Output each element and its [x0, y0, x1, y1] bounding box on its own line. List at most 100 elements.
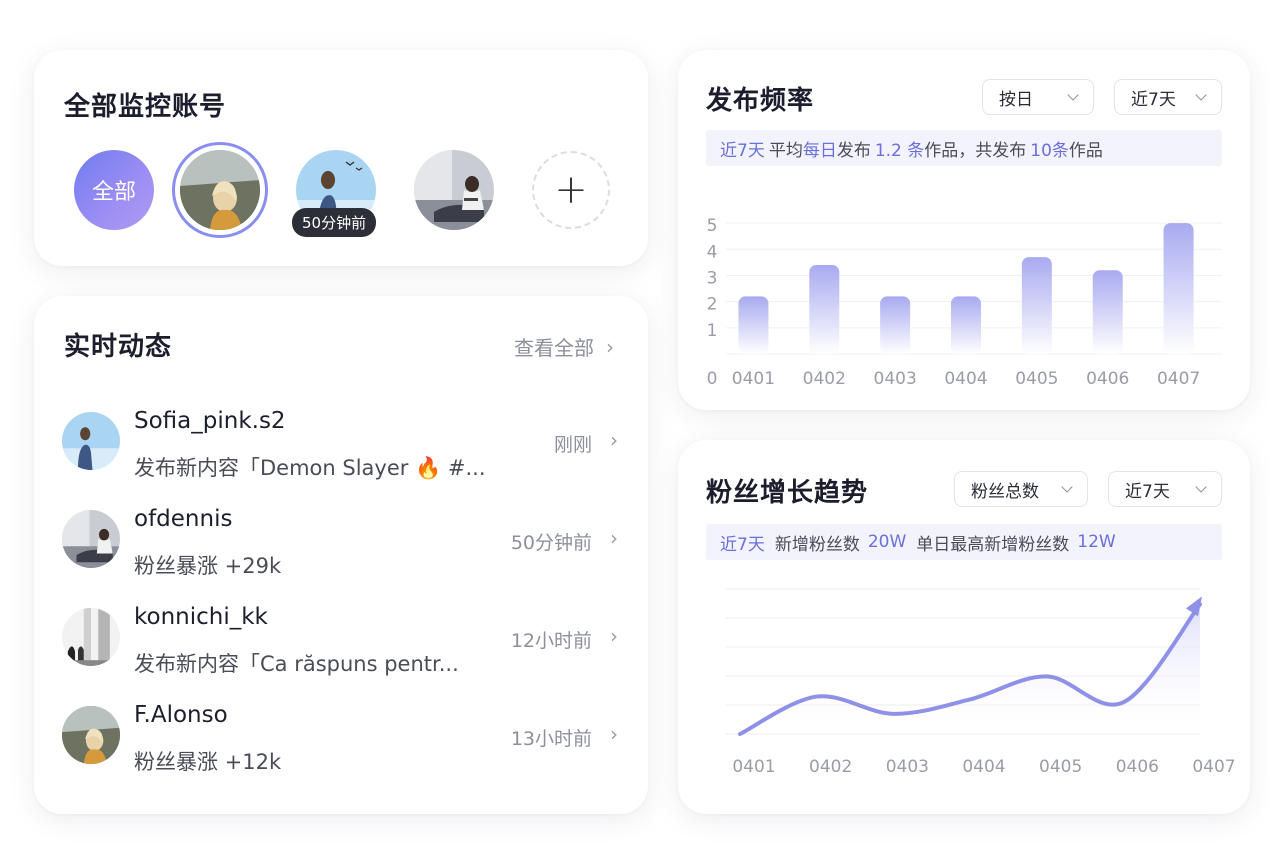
- chevron-down-icon: [1061, 481, 1073, 493]
- summary-text: 作品: [1068, 140, 1103, 161]
- x-tick-label: 0406: [1116, 757, 1159, 777]
- account-all[interactable]: 全部: [74, 150, 154, 230]
- summary-text: 作品，共发布: [924, 140, 1027, 161]
- feed-account-name: F.Alonso: [134, 702, 228, 728]
- range-select-value: 近7天: [1131, 89, 1176, 110]
- chevron-down-icon: [1067, 89, 1079, 101]
- range-select[interactable]: 近7天: [1108, 471, 1222, 507]
- feed-time: 50分钟前: [510, 532, 592, 554]
- summary-text: 新增粉丝数: [774, 534, 860, 555]
- avatar: [62, 706, 120, 764]
- y-tick-label: 5: [707, 216, 718, 236]
- feed-time: 13小时前: [510, 728, 592, 750]
- area-fill: [740, 604, 1200, 734]
- bar: [1092, 270, 1123, 354]
- feed-account-name: ofdennis: [134, 506, 233, 532]
- feed-time: 刚刚: [553, 434, 592, 456]
- x-tick-label: 0405: [1015, 369, 1058, 389]
- chevron-down-icon: [1195, 481, 1207, 493]
- metric-select[interactable]: 粉丝总数: [954, 471, 1088, 507]
- view-all-label: 查看全部: [514, 336, 594, 360]
- avatar: [62, 510, 120, 568]
- summary-total: 10条: [1030, 140, 1069, 161]
- summary-avg: 1.2 条: [874, 140, 925, 161]
- chevron-right-icon: ›: [610, 526, 618, 550]
- view-all-link[interactable]: 查看全部 ›: [514, 332, 614, 361]
- activity-title: 实时动态: [64, 332, 173, 362]
- publish-frequency-chart: 0 1 2 3 4 5 0401 0402 0403 0404 0405 0406 0407: [707, 216, 1222, 389]
- feed-account-name: Sofia_pink.s2: [134, 408, 286, 434]
- feed-time: 12小时前: [510, 630, 592, 652]
- avatar-image: [62, 510, 120, 568]
- plus-icon: +: [554, 167, 588, 213]
- fans-title: 粉丝增长趋势: [706, 478, 869, 508]
- chevron-right-icon: ›: [610, 428, 618, 452]
- feed-description: 发布新内容「Demon Slayer 🔥 #...: [134, 456, 486, 480]
- metric-select-value: 粉丝总数: [971, 481, 1039, 502]
- last-update-badge: 50分钟前: [292, 208, 377, 237]
- avatar-image: [414, 150, 494, 230]
- y-tick-label: 2: [707, 295, 718, 315]
- avatar: [62, 412, 120, 470]
- feed-item[interactable]: F.Alonso 粉丝暴涨 +12k 13小时前 ›: [62, 690, 622, 780]
- period-select[interactable]: 按日: [982, 79, 1094, 115]
- bar: [951, 296, 981, 354]
- account-avatar-ofdennis[interactable]: [414, 150, 494, 230]
- bar: [1021, 257, 1052, 354]
- x-tick-label: 0402: [803, 369, 846, 389]
- y-tick-label: 1: [707, 321, 718, 341]
- summary-range: 近7天: [720, 140, 765, 161]
- feed-item[interactable]: konnichi_kk 发布新内容「Ca răspuns pentr... 12…: [62, 592, 622, 682]
- feed-item[interactable]: Sofia_pink.s2 发布新内容「Demon Slayer 🔥 #... …: [62, 396, 622, 486]
- feed-account-name: konnichi_kk: [134, 604, 268, 630]
- summary-text: 平均: [768, 140, 803, 161]
- publish-frequency-card: 发布频率 按日 近7天 近7天 平均 每日 发布 1.2 条 作品，共发布 10…: [678, 50, 1250, 410]
- fan-growth-card: 粉丝增长趋势 粉丝总数 近7天 近7天 新增粉丝数 20W 单日最高新增粉丝数 …: [678, 440, 1250, 814]
- account-all-label: 全部: [91, 180, 136, 205]
- summary-max-daily: 12W: [1077, 532, 1116, 552]
- summary-new-fans: 20W: [867, 532, 907, 552]
- bar: [1163, 223, 1194, 354]
- x-tick-label: 0401: [732, 369, 775, 389]
- x-tick-label: 0404: [944, 369, 987, 389]
- y-tick-label: 0: [707, 369, 718, 389]
- avatar: [62, 608, 120, 666]
- freq-title: 发布频率: [706, 86, 815, 116]
- bar: [809, 264, 840, 354]
- fan-growth-chart: 0401 0402 0403 0404 0405 0406 0407: [726, 588, 1236, 777]
- chevron-right-icon: ›: [610, 624, 618, 648]
- feed-description: 发布新内容「Ca răspuns pentr...: [134, 652, 459, 676]
- range-select[interactable]: 近7天: [1114, 79, 1222, 115]
- freq-summary: 近7天 平均 每日 发布 1.2 条 作品，共发布 10条 作品: [706, 130, 1222, 166]
- chevron-down-icon: [1195, 89, 1207, 101]
- feed-description: 粉丝暴涨 +12k: [134, 750, 282, 774]
- feed-item[interactable]: ofdennis 粉丝暴涨 +29k 50分钟前 ›: [62, 494, 622, 584]
- avatar-image: [62, 608, 120, 666]
- avatar-image: [180, 150, 260, 230]
- fans-summary: 近7天 新增粉丝数 20W 单日最高新增粉丝数 12W: [706, 524, 1222, 560]
- feed-description: 粉丝暴涨 +29k: [134, 554, 282, 578]
- summary-text: 每日: [802, 140, 837, 161]
- account-avatar-falonso[interactable]: [180, 150, 260, 230]
- x-tick-label: 0407: [1157, 369, 1200, 389]
- add-account-button[interactable]: +: [532, 151, 610, 229]
- x-tick-label: 0404: [962, 757, 1005, 777]
- avatar-image: [62, 412, 120, 470]
- x-tick-label: 0407: [1192, 757, 1235, 777]
- summary-text: 发布: [836, 140, 871, 161]
- x-tick-label: 0406: [1086, 369, 1129, 389]
- accounts-card: 全部监控账号 全部 50分钟前 +: [34, 50, 648, 266]
- activity-card: 实时动态 查看全部 › Sofia_pink.s2 发布新内容「Demon Sl…: [34, 296, 648, 814]
- y-tick-label: 3: [707, 268, 718, 288]
- x-tick-label: 0403: [886, 757, 929, 777]
- x-tick-label: 0402: [809, 757, 852, 777]
- summary-text: 单日最高新增粉丝数: [916, 534, 1070, 555]
- period-select-value: 按日: [999, 89, 1033, 110]
- accounts-title: 全部监控账号: [64, 92, 227, 122]
- x-tick-label: 0401: [732, 757, 775, 777]
- range-select-value: 近7天: [1125, 481, 1170, 502]
- summary-range: 近7天: [720, 534, 765, 555]
- y-tick-label: 4: [707, 242, 718, 262]
- bar: [738, 296, 769, 354]
- x-tick-label: 0403: [874, 369, 917, 389]
